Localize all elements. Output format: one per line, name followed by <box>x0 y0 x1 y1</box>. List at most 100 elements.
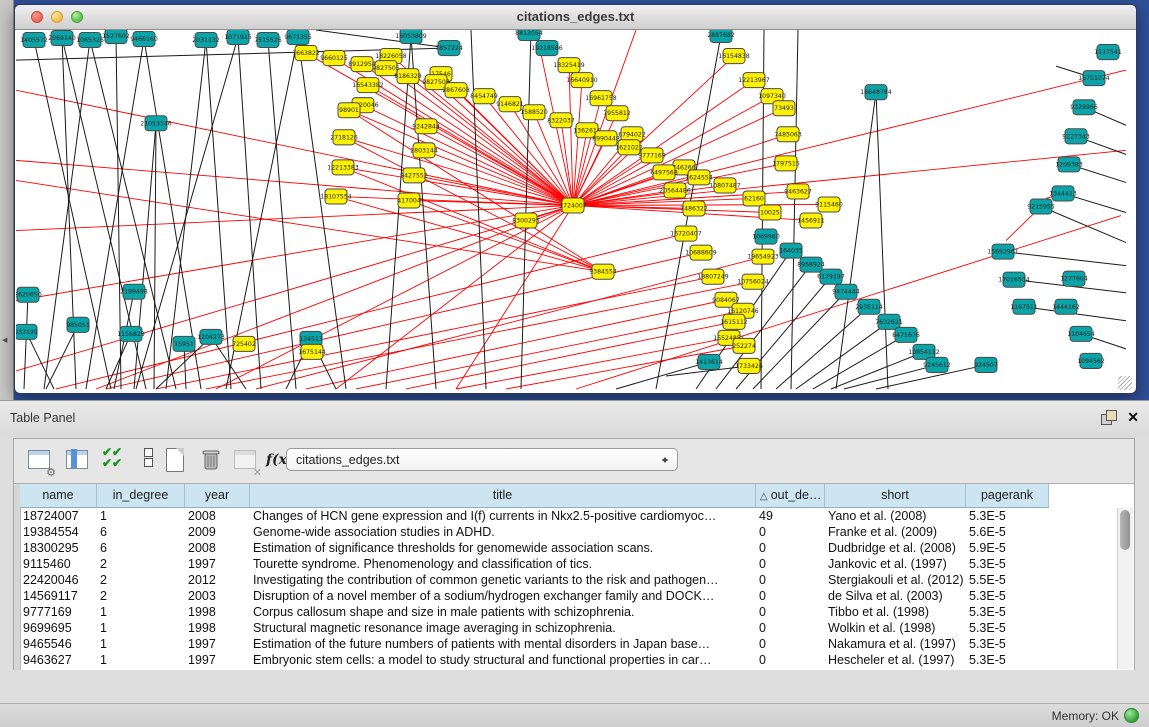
network-node[interactable]: 6179197 <box>817 269 845 284</box>
delete-column-icon[interactable] <box>198 447 226 475</box>
network-node[interactable]: 1065326 <box>76 33 104 48</box>
network-node[interactable]: 19654923 <box>747 249 779 264</box>
network-node[interactable]: 1405572 <box>20 33 48 48</box>
network-node[interactable]: 1588520 <box>520 105 548 120</box>
network-node[interactable]: 1675144 <box>298 344 326 359</box>
network-node[interactable]: 1094562 <box>1077 353 1105 368</box>
network-node[interactable]: 7486322 <box>680 201 708 216</box>
network-edge[interactable] <box>154 123 156 389</box>
network-node[interactable]: 9463627 <box>784 184 812 199</box>
memory-status-indicator[interactable] <box>1124 708 1139 723</box>
network-node[interactable]: 1167511 <box>1010 299 1038 314</box>
network-edge[interactable] <box>56 234 686 389</box>
network-edge[interactable] <box>776 307 869 389</box>
network-node[interactable]: 2718126 <box>330 130 358 145</box>
network-edge[interactable] <box>616 362 709 389</box>
network-node[interactable]: 2887682 <box>707 30 735 43</box>
network-node[interactable]: 985051 <box>66 317 90 332</box>
network-node[interactable]: 17016504 <box>998 272 1030 287</box>
network-edge[interactable] <box>796 322 889 389</box>
network-view-canvas[interactable]: 1724007830029593845541405572206914010653… <box>16 30 1133 391</box>
network-node[interactable]: 9227343 <box>1062 129 1090 144</box>
network-node[interactable]: 12213967 <box>738 73 770 88</box>
network-edge[interactable] <box>573 70 1126 205</box>
network-node[interactable]: 10025 <box>759 205 781 220</box>
network-node[interactable]: 18807249 <box>697 269 729 284</box>
network-edge[interactable] <box>1003 252 1126 266</box>
network-node[interactable]: 16154838 <box>718 49 750 64</box>
column-header-title[interactable]: title <box>250 484 756 507</box>
table-row[interactable]: 1938455462009Genome-wide association stu… <box>20 524 1049 540</box>
network-node[interactable]: 1733426 <box>735 358 763 373</box>
network-node[interactable]: 9329966 <box>1070 100 1098 115</box>
table-row[interactable]: 1456911722003Disruption of a novel membe… <box>20 588 1049 604</box>
network-node[interactable]: 725402 <box>232 336 256 351</box>
network-node[interactable]: 16648784 <box>860 85 892 100</box>
table-row[interactable]: 2242004622012Investigating the contribut… <box>20 572 1049 588</box>
network-node[interactable]: 15692961 <box>987 244 1019 259</box>
network-edge[interactable] <box>268 40 296 389</box>
network-node[interactable]: 98901 <box>338 103 360 118</box>
network-node[interactable]: 8186328 <box>394 69 422 84</box>
network-edge[interactable] <box>573 147 629 205</box>
network-node[interactable]: 1117541 <box>1094 45 1122 60</box>
network-edge[interactable] <box>336 205 573 389</box>
network-edge[interactable] <box>134 123 156 389</box>
network-edge[interactable] <box>521 30 531 389</box>
network-node[interactable]: 9215955 <box>1027 199 1055 214</box>
network-edge[interactable] <box>44 40 90 389</box>
network-node[interactable]: 9660125 <box>320 51 348 66</box>
network-node[interactable]: 7955812 <box>603 106 631 121</box>
network-node[interactable]: 2620650 <box>16 287 42 302</box>
network-node[interactable]: 1204273 <box>197 329 225 344</box>
network-edge[interactable] <box>456 338 729 389</box>
table-row[interactable]: 911546021997Tourette syndrome. Phenomeno… <box>20 556 1049 572</box>
network-edge[interactable] <box>256 257 763 389</box>
network-node[interactable]: 1071915 <box>224 30 252 45</box>
column-header-in_degree[interactable]: in_degree <box>97 484 185 507</box>
network-node[interactable]: 1444162 <box>1052 299 1080 314</box>
network-node[interactable]: 21053346 <box>140 116 172 131</box>
float-panel-icon[interactable] <box>1101 410 1117 425</box>
network-node[interactable]: 16961758 <box>585 91 617 106</box>
network-node[interactable]: 8813054 <box>515 30 543 41</box>
column-header-out_de[interactable]: △out_de… <box>756 484 825 507</box>
network-node[interactable]: 20564486 <box>659 183 691 198</box>
column-header-name[interactable]: name <box>20 484 97 507</box>
network-edge[interactable] <box>876 92 888 389</box>
network-node[interactable]: 1413614 <box>695 354 723 369</box>
network-node[interactable]: 2935114 <box>855 299 883 314</box>
network-node[interactable]: 2803144 <box>410 143 438 158</box>
network-node[interactable]: 18325419 <box>553 58 585 73</box>
network-node[interactable]: 7663822 <box>292 46 320 61</box>
scrollbar-thumb[interactable] <box>1120 510 1130 550</box>
network-node[interactable]: 1069960 <box>752 229 780 244</box>
network-node[interactable]: 2031132 <box>192 33 220 48</box>
network-node[interactable]: 8454749 <box>470 89 498 104</box>
network-node[interactable]: 2069140 <box>48 31 76 46</box>
network-node[interactable]: 16543382 <box>352 78 384 93</box>
network-edge[interactable] <box>356 311 743 389</box>
table-row[interactable]: 946362711997Embryonic stem cells: a mode… <box>20 652 1049 668</box>
network-node[interactable]: 8300295 <box>512 213 540 228</box>
collapse-arrow-icon[interactable]: ◀ <box>2 336 7 344</box>
network-node[interactable]: 9671355 <box>284 30 312 45</box>
column-header-short[interactable]: short <box>825 484 966 507</box>
network-node[interactable]: 1156829 <box>117 326 145 341</box>
table-row[interactable]: 1872400712008Changes of HCN gene express… <box>20 508 1049 524</box>
network-edge[interactable] <box>26 332 54 389</box>
network-node[interactable]: 9242844 <box>412 119 440 134</box>
network-node[interactable]: 9474444 <box>832 284 860 299</box>
table-row[interactable]: 1830029562008Estimation of significance … <box>20 540 1049 556</box>
network-node[interactable]: 1344413 <box>1049 186 1077 201</box>
show-columns-icon[interactable] <box>64 447 92 475</box>
network-node[interactable]: 1615112 <box>720 314 748 329</box>
network-node[interactable]: 15951 <box>173 336 195 351</box>
network-edge[interactable] <box>62 38 76 389</box>
network-node[interactable]: 7515526 <box>254 33 282 48</box>
network-node[interactable]: 9427552 <box>400 168 428 183</box>
network-node[interactable]: 252274 <box>732 338 756 353</box>
network-node[interactable]: 1277604 <box>1060 271 1088 286</box>
network-node[interactable]: 16640910 <box>566 73 598 88</box>
table-row[interactable]: 946554611997Estimation of the future num… <box>20 636 1049 652</box>
